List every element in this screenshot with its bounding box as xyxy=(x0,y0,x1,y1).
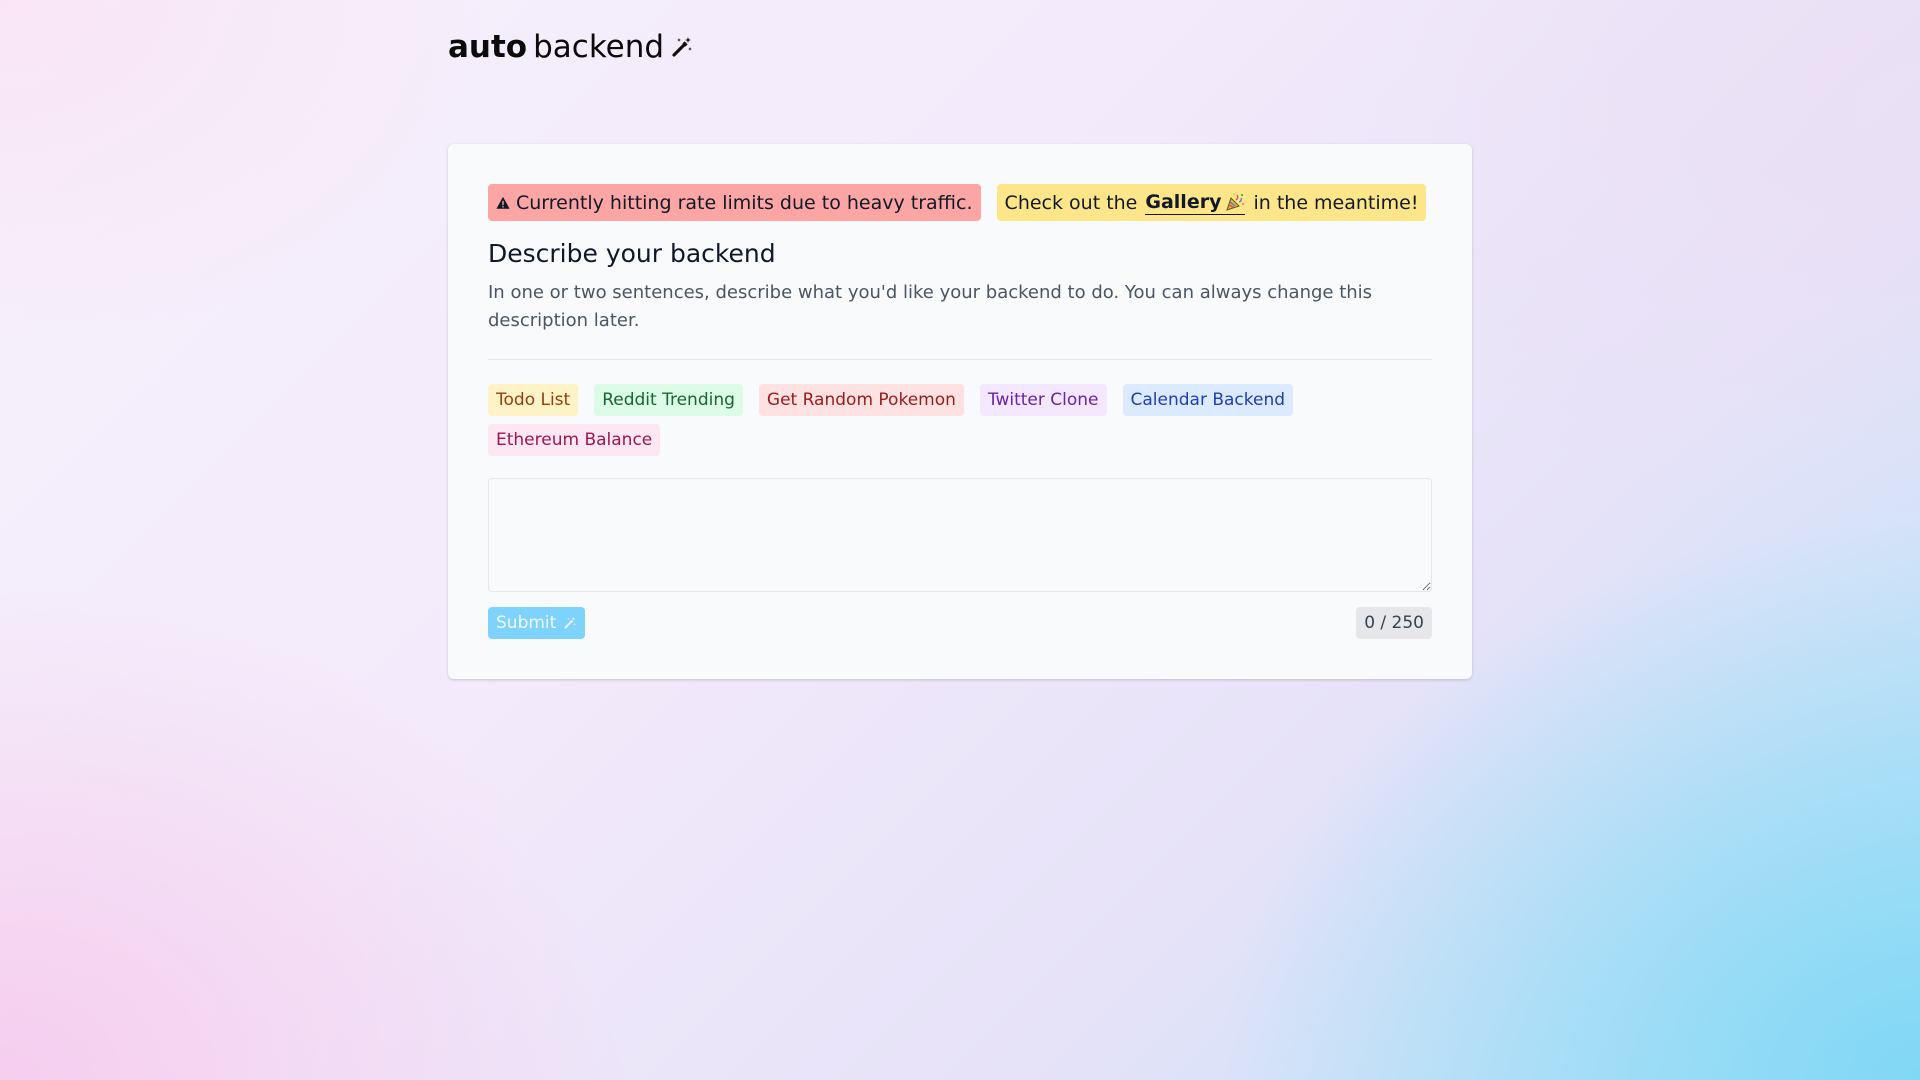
logo-auto: auto xyxy=(448,29,528,65)
alerts-row: Currently hitting rate limits due to hea… xyxy=(488,184,1432,221)
magic-wand-icon xyxy=(564,617,577,629)
preset-twitter-clone[interactable]: Twitter Clone xyxy=(979,384,1107,416)
gallery-link-label: Gallery xyxy=(1145,191,1222,213)
gallery-prefix: Check out the xyxy=(1004,191,1138,214)
rate-limit-alert: Currently hitting rate limits due to hea… xyxy=(488,184,981,221)
description-text: In one or two sentences, describe what y… xyxy=(488,282,1373,331)
page-title: Describe your backend xyxy=(488,239,776,268)
page: auto backend Currently hitting rate limi… xyxy=(0,0,1920,1080)
preset-todo-list[interactable]: Todo List xyxy=(488,384,579,416)
character-counter: 0 / 250 xyxy=(1356,607,1432,639)
preset-calendar-backend[interactable]: Calendar Backend xyxy=(1122,384,1294,416)
logo-backend: backend xyxy=(533,29,665,65)
submit-button[interactable]: Submit xyxy=(488,607,586,639)
preset-list: Todo List Reddit Trending Get Random Pok… xyxy=(488,384,1432,456)
preset-reddit-trending[interactable]: Reddit Trending xyxy=(594,384,743,416)
gallery-suffix: in the meantime! xyxy=(1253,191,1419,214)
describe-backend-card: Currently hitting rate limits due to hea… xyxy=(448,144,1472,679)
backend-description-input[interactable] xyxy=(488,478,1432,592)
submit-label: Submit xyxy=(496,613,557,633)
magic-wand-icon xyxy=(672,37,693,57)
gallery-alert: Check out the Gallery in the meantime! xyxy=(996,184,1427,221)
form-footer: Submit 0 / 250 xyxy=(488,607,1432,639)
gallery-link[interactable]: Gallery xyxy=(1145,190,1246,215)
preset-ethereum-balance[interactable]: Ethereum Balance xyxy=(488,424,661,456)
party-popper-icon xyxy=(1226,193,1245,211)
preset-get-random-pokemon[interactable]: Get Random Pokemon xyxy=(758,384,964,416)
warning-icon xyxy=(496,196,510,209)
divider xyxy=(488,359,1432,360)
rate-limit-text: Currently hitting rate limits due to hea… xyxy=(516,191,973,214)
app-logo[interactable]: auto backend xyxy=(448,26,694,68)
